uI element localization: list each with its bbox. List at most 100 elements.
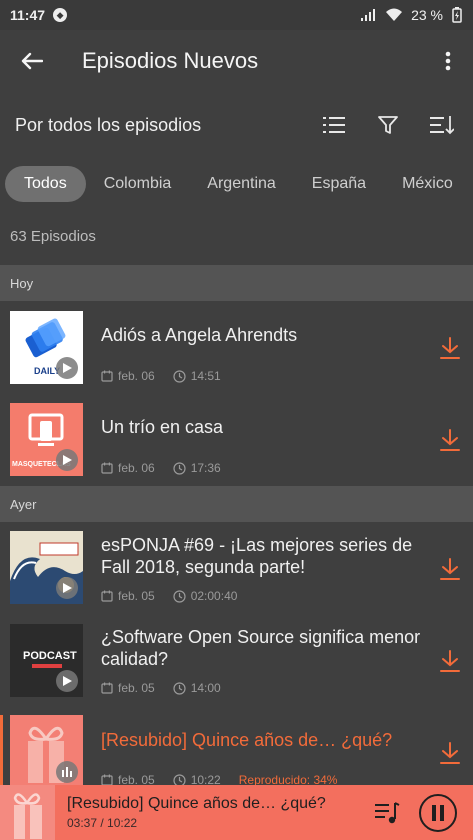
episode-row[interactable]: DAILY Adiós a Angela Ahrendts feb. 06 14… (0, 301, 473, 393)
notification-app-icon: ◆ (53, 8, 68, 22)
play-overlay[interactable] (56, 670, 78, 692)
episode-meta: feb. 05 14:00 (101, 681, 239, 695)
filter-toolbar: Por todos los episodios (0, 98, 473, 152)
filter-icon (378, 116, 398, 134)
calendar-icon (101, 774, 113, 785)
toolbar-actions (307, 98, 469, 152)
episode-thumbnail: DAILY (10, 311, 83, 384)
now-playing-indicator (0, 715, 3, 785)
episode-thumbnail: PODCAST (10, 624, 83, 697)
download-icon (440, 337, 460, 359)
chip-todos[interactable]: Todos (5, 166, 86, 202)
episode-row[interactable]: PODCAST ¿Software Open Source significa … (0, 614, 473, 706)
calendar-icon (101, 462, 113, 474)
episode-date: feb. 05 (101, 773, 155, 785)
pause-button[interactable] (419, 794, 457, 832)
sort-button[interactable] (415, 98, 469, 152)
player-artwork (0, 785, 55, 840)
arrow-left-icon (21, 52, 43, 70)
episode-meta: feb. 05 10:22 Reproducido: 34% (101, 773, 337, 785)
sort-label[interactable]: Por todos los episodios (15, 115, 201, 136)
list-icon (323, 117, 345, 133)
play-overlay[interactable] (56, 357, 78, 379)
equalizer-icon (62, 767, 72, 777)
signal-icon (361, 9, 376, 21)
thumb-stripe (32, 664, 62, 668)
chip-colombia[interactable]: Colombia (86, 166, 190, 202)
play-icon (62, 363, 72, 373)
calendar-icon (101, 370, 113, 382)
episode-title: Un trío en casa (101, 417, 224, 437)
play-icon (62, 676, 72, 686)
player-time: 03:37 / 10:22 (67, 816, 138, 830)
download-icon (440, 742, 460, 764)
episode-date: feb. 05 (101, 681, 155, 695)
calendar-icon (101, 590, 113, 602)
download-button[interactable] (436, 555, 464, 583)
clock-icon (173, 369, 186, 383)
episode-thumbnail (10, 531, 83, 604)
list-view-button[interactable] (307, 98, 361, 152)
status-bar: 11:47 ◆ 23 % (0, 0, 473, 30)
episode-date: feb. 05 (101, 589, 155, 603)
clock-icon (173, 589, 186, 603)
thumb-label: PODCAST (23, 650, 77, 662)
episode-duration: 02:00:40 (173, 589, 237, 603)
episode-duration: 14:00 (173, 681, 221, 695)
back-button[interactable] (0, 30, 64, 92)
episode-thumbnail (10, 715, 83, 785)
region-chips: Todos Colombia Argentina España México (0, 165, 473, 203)
episode-duration: 17:36 (173, 461, 221, 475)
status-right: 23 % (361, 7, 463, 23)
episode-title: Adiós a Angela Ahrendts (101, 325, 298, 345)
status-time: 11:47 (10, 7, 46, 23)
app-bar: Episodios Nuevos (0, 30, 473, 92)
episode-duration: 14:51 (173, 369, 221, 383)
chip-espana[interactable]: España (294, 166, 384, 202)
player-title: [Resubido] Quince años de… ¿qué? (67, 795, 326, 812)
episode-meta: feb. 06 14:51 (101, 369, 239, 383)
mini-player[interactable]: [Resubido] Quince años de… ¿qué? 03:37 /… (0, 785, 473, 840)
clock-icon (173, 773, 186, 785)
playing-overlay[interactable] (56, 761, 78, 783)
episode-meta: feb. 06 17:36 (101, 461, 239, 475)
queue-button[interactable] (374, 800, 400, 826)
playlist-icon (375, 802, 400, 824)
section-header-hoy: Hoy (0, 265, 473, 301)
player-info: [Resubido] Quince años de… ¿qué? 03:37 /… (67, 795, 326, 830)
download-icon (440, 429, 460, 451)
episode-row[interactable]: MASQUETECLAS Un trío en casa feb. 06 17:… (0, 393, 473, 485)
clock-icon (173, 681, 186, 695)
section-header-ayer: Ayer (0, 486, 473, 522)
filter-button[interactable] (361, 98, 415, 152)
episode-row-playing[interactable]: [Resubido] Quince años de… ¿qué? feb. 05… (0, 706, 473, 785)
download-button[interactable] (436, 739, 464, 767)
episode-row[interactable]: esPONJA #69 - ¡Las mejores series de Fal… (0, 522, 473, 614)
pause-icon (432, 805, 444, 821)
page-title: Episodios Nuevos (82, 48, 259, 73)
download-button[interactable] (436, 647, 464, 675)
battery-charging-icon (452, 7, 462, 23)
wifi-icon (386, 8, 403, 21)
play-overlay[interactable] (56, 449, 78, 471)
gift-artwork-image (13, 793, 42, 839)
episode-thumbnail: MASQUETECLAS (10, 403, 83, 476)
calendar-icon (101, 682, 113, 694)
download-button[interactable] (436, 334, 464, 362)
episode-date: feb. 06 (101, 369, 155, 383)
play-icon (62, 455, 72, 465)
episode-title: ¿Software Open Source significa menor ca… (101, 627, 421, 669)
more-options-button[interactable] (423, 30, 473, 92)
play-icon (62, 583, 72, 593)
download-icon (440, 650, 460, 672)
chip-argentina[interactable]: Argentina (189, 166, 294, 202)
download-button[interactable] (436, 426, 464, 454)
episode-duration: 10:22 (173, 773, 221, 785)
episode-date: feb. 06 (101, 461, 155, 475)
sort-icon (430, 116, 454, 135)
play-overlay[interactable] (56, 577, 78, 599)
episode-title: esPONJA #69 - ¡Las mejores series de Fal… (101, 535, 413, 577)
battery-percent: 23 % (411, 7, 443, 23)
played-progress: Reproducido: 34% (238, 773, 338, 785)
chip-mexico[interactable]: México (384, 166, 471, 202)
